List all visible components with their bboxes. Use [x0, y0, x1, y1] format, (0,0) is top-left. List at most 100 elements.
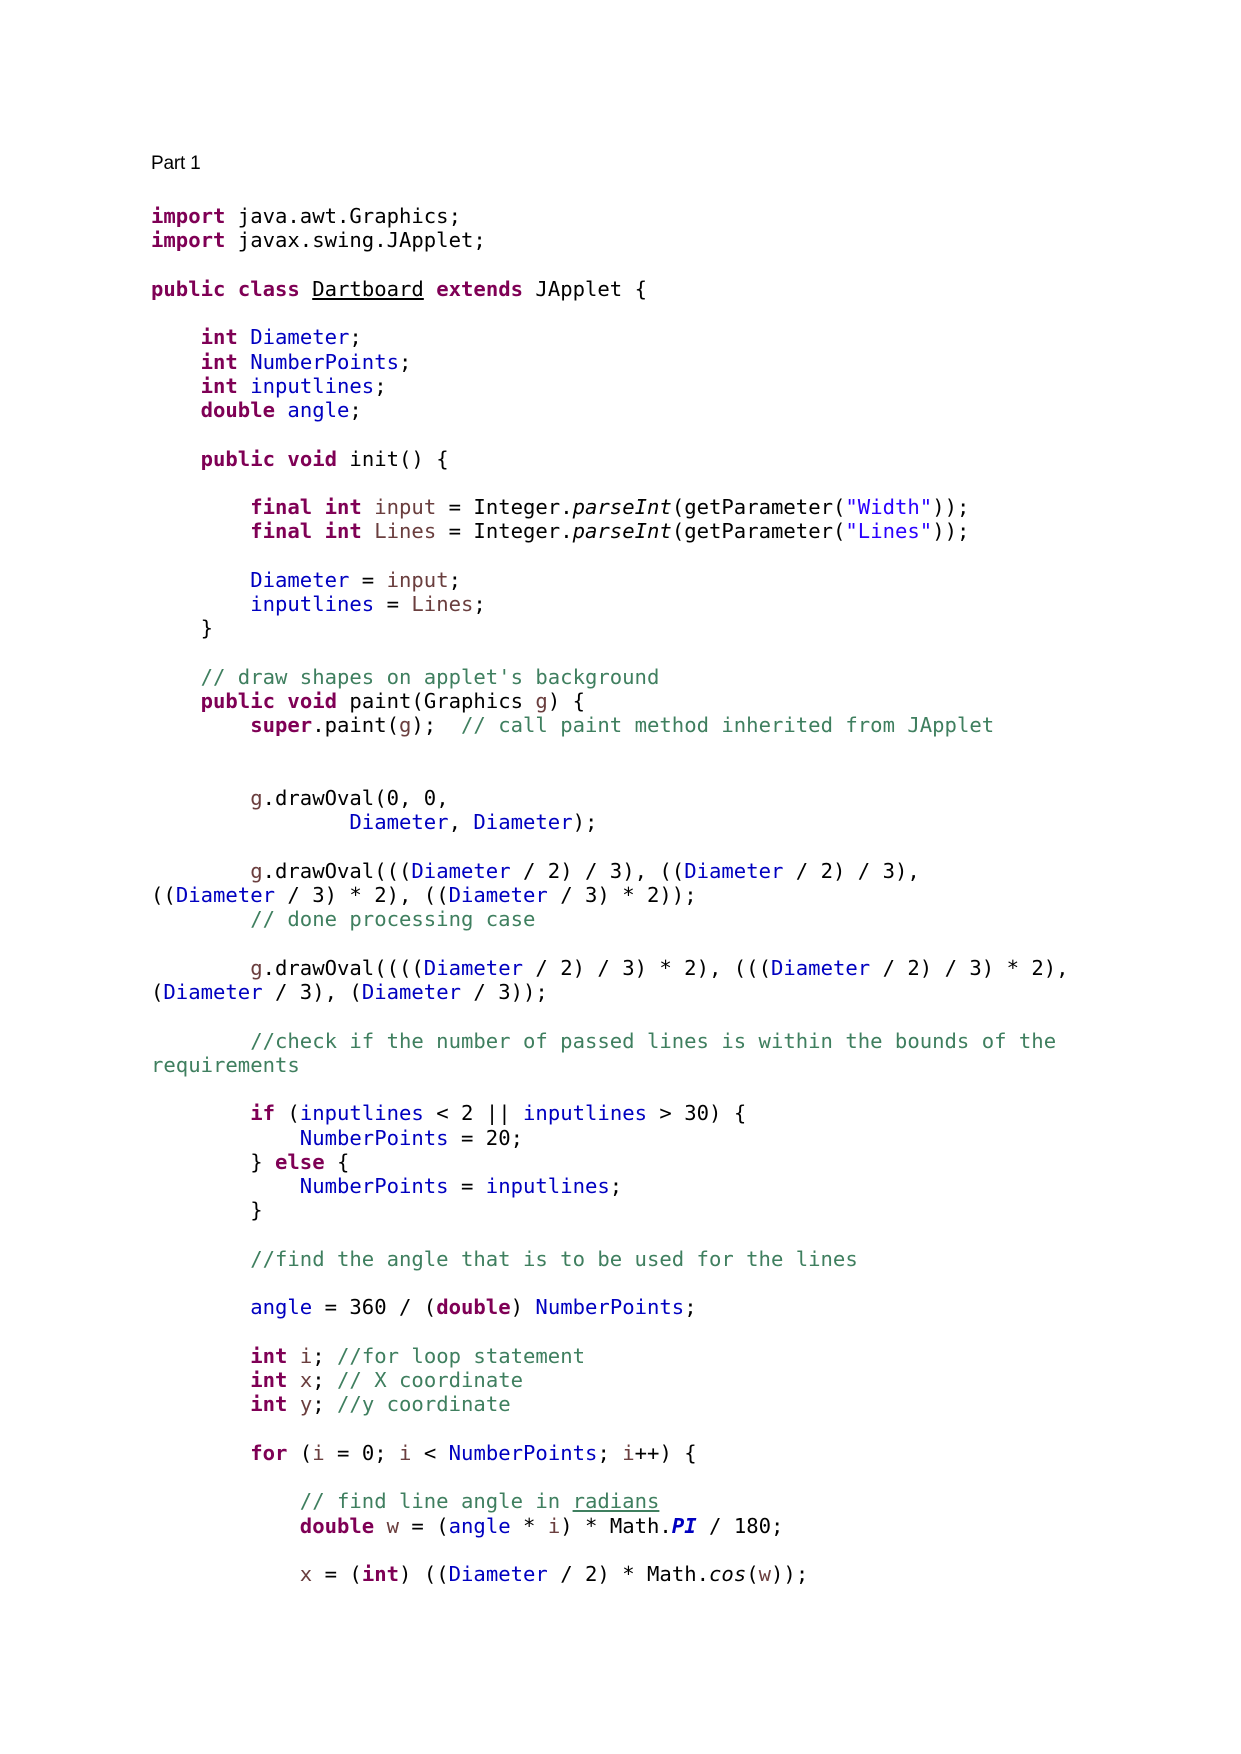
- code-text: (getParameter(: [671, 519, 846, 544]
- keyword-token: double: [200, 398, 276, 422]
- field-token: inputlines: [523, 1101, 648, 1126]
- code-text: ;: [473, 592, 486, 616]
- comment-token: // X coordinate: [337, 1368, 524, 1392]
- keyword-token: public: [151, 276, 226, 301]
- field-token: NumberPoints: [250, 349, 400, 374]
- code-text: ) * Math.: [560, 1513, 672, 1538]
- keyword-token: int: [250, 1392, 288, 1417]
- local-variable-token: g: [399, 713, 412, 738]
- field-token: inputlines: [299, 1101, 424, 1126]
- local-variable-token: Lines: [411, 592, 474, 616]
- code-line: public void init() {: [151, 447, 1069, 471]
- code-text: =: [374, 592, 412, 616]
- method-call-token: cos: [709, 1562, 747, 1586]
- code-text: ;: [597, 1440, 623, 1465]
- keyword-token: if: [250, 1101, 276, 1126]
- keyword-token: public: [200, 689, 276, 713]
- code-text: java.awt.Graphics;: [225, 204, 461, 228]
- code-text: ;: [312, 1392, 338, 1417]
- code-text: JApplet {: [523, 276, 648, 301]
- code-text: ) {: [547, 689, 586, 713]
- string-token: "Width": [845, 495, 933, 519]
- code-line: ((Diameter / 3) * 2), ((Diameter / 3) * …: [151, 883, 1069, 907]
- code-line: super.paint(g); // call paint method inh…: [151, 713, 1069, 737]
- local-variable-token: x: [299, 1368, 313, 1392]
- code-line: import java.awt.Graphics;: [151, 204, 1069, 228]
- field-token: Diameter: [770, 955, 871, 980]
- local-variable-token: w: [386, 1513, 400, 1538]
- code-text: = 20;: [448, 1125, 523, 1150]
- code-text: <: [411, 1440, 449, 1465]
- code-line: //find the angle that is to be used for …: [151, 1247, 1069, 1271]
- code-text: init() {: [337, 446, 449, 471]
- string-token: "Lines": [845, 519, 933, 544]
- code-text: ));: [771, 1562, 809, 1586]
- local-variable-token: i: [622, 1440, 635, 1465]
- code-line: Diameter = input;: [151, 568, 1069, 592]
- keyword-token: int: [200, 373, 238, 398]
- code-line: requirements: [151, 1053, 1069, 1077]
- keyword-token: super: [250, 713, 313, 738]
- local-variable-token: i: [547, 1513, 561, 1538]
- comment-token: // draw shapes on applet's background: [200, 664, 660, 689]
- method-call-token: parseInt: [572, 519, 672, 544]
- code-text: ((: [151, 883, 176, 907]
- keyword-token: else: [275, 1149, 325, 1174]
- code-text: ): [510, 1295, 536, 1320]
- field-token: NumberPoints: [299, 1174, 449, 1198]
- code-text: ;: [349, 325, 362, 350]
- comment-token: requirements: [151, 1052, 300, 1077]
- code-line: (Diameter / 3), (Diameter / 3));: [151, 980, 1069, 1004]
- code-line: inputlines = Lines;: [151, 592, 1069, 616]
- code-text: ;: [374, 373, 387, 398]
- field-token: NumberPoints: [535, 1295, 685, 1320]
- code-text: =: [349, 567, 387, 592]
- local-variable-token: g: [250, 858, 263, 883]
- field-token: inputlines: [250, 592, 375, 616]
- code-text: > 30) {: [647, 1101, 747, 1126]
- code-line: g.drawOval(0, 0,: [151, 786, 1069, 810]
- keyword-token: import: [151, 228, 226, 253]
- keyword-token: int: [361, 1562, 400, 1586]
- field-token: angle: [287, 398, 350, 422]
- comment-token: //find the angle that is to be used for …: [250, 1246, 858, 1271]
- code-line: g.drawOval(((Diameter / 2) / 3), ((Diame…: [151, 859, 1069, 883]
- code-line: // find line angle in radians: [151, 1489, 1069, 1513]
- keyword-token: final: [250, 495, 313, 519]
- code-line: double w = (angle * i) * Math.PI / 180;: [151, 1514, 1069, 1538]
- field-token: NumberPoints: [448, 1440, 598, 1465]
- keyword-token: import: [151, 204, 226, 228]
- code-text: =: [448, 1174, 486, 1198]
- field-token: Diameter: [349, 810, 449, 835]
- keyword-token: int: [324, 495, 362, 519]
- code-text: }: [151, 616, 213, 641]
- local-variable-token: i: [312, 1440, 325, 1465]
